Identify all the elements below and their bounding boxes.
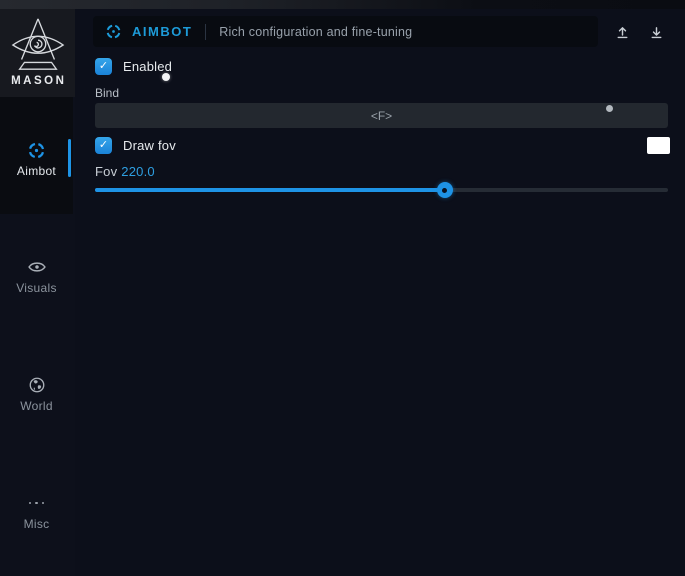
enabled-label: Enabled xyxy=(123,59,172,74)
bind-key-input[interactable]: <F> xyxy=(95,103,668,128)
draw-fov-checkbox[interactable]: ✓ xyxy=(95,137,112,154)
sidebar-item-label: World xyxy=(20,399,53,413)
crosshair-icon xyxy=(27,140,46,160)
section-subtitle: Rich configuration and fine-tuning xyxy=(219,25,412,39)
main-content: AIMBOT Rich configuration and fine-tunin… xyxy=(75,9,685,576)
globe-icon xyxy=(28,375,46,395)
fov-slider-thumb[interactable] xyxy=(437,182,453,198)
enabled-checkbox[interactable]: ✓ xyxy=(95,58,112,75)
sidebar: MASON Aimbot Visuals xyxy=(0,9,75,576)
upload-icon[interactable] xyxy=(611,21,633,43)
fov-slider-thumb-hole xyxy=(442,188,447,193)
enabled-row: ✓ Enabled xyxy=(95,58,172,75)
eye-icon xyxy=(27,257,47,277)
fov-label: Fov xyxy=(95,164,117,179)
sidebar-item-label: Misc xyxy=(24,517,50,531)
mouse-cursor-dot xyxy=(162,73,170,81)
sidebar-item-world[interactable]: World xyxy=(0,375,73,413)
crosshair-icon xyxy=(105,23,122,40)
sidebar-item-label: Aimbot xyxy=(17,164,56,178)
fov-slider[interactable] xyxy=(95,188,668,192)
ellipsis-icon xyxy=(29,493,45,513)
section-title: AIMBOT xyxy=(132,24,192,39)
sidebar-item-label: Visuals xyxy=(16,281,57,295)
draw-fov-row: ✓ Draw fov xyxy=(95,137,176,154)
download-icon[interactable] xyxy=(645,21,667,43)
fov-value: 220.0 xyxy=(121,164,155,179)
fov-color-swatch[interactable] xyxy=(647,137,670,154)
secondary-cursor-dot xyxy=(606,105,613,112)
sidebar-item-visuals[interactable]: Visuals xyxy=(0,257,73,295)
bind-label: Bind xyxy=(95,86,119,100)
title-strip xyxy=(0,0,685,9)
brand-panel: MASON xyxy=(0,9,75,97)
header-divider xyxy=(205,24,206,40)
mason-eye-pyramid-logo xyxy=(10,16,66,74)
brand-name: MASON xyxy=(9,75,67,87)
fov-slider-fill xyxy=(95,188,445,192)
sidebar-item-aimbot[interactable]: Aimbot xyxy=(0,140,73,178)
draw-fov-label: Draw fov xyxy=(123,138,176,153)
fov-label-row: Fov 220.0 xyxy=(95,164,155,179)
sidebar-item-misc[interactable]: Misc xyxy=(0,493,73,531)
section-header: AIMBOT Rich configuration and fine-tunin… xyxy=(93,16,598,47)
